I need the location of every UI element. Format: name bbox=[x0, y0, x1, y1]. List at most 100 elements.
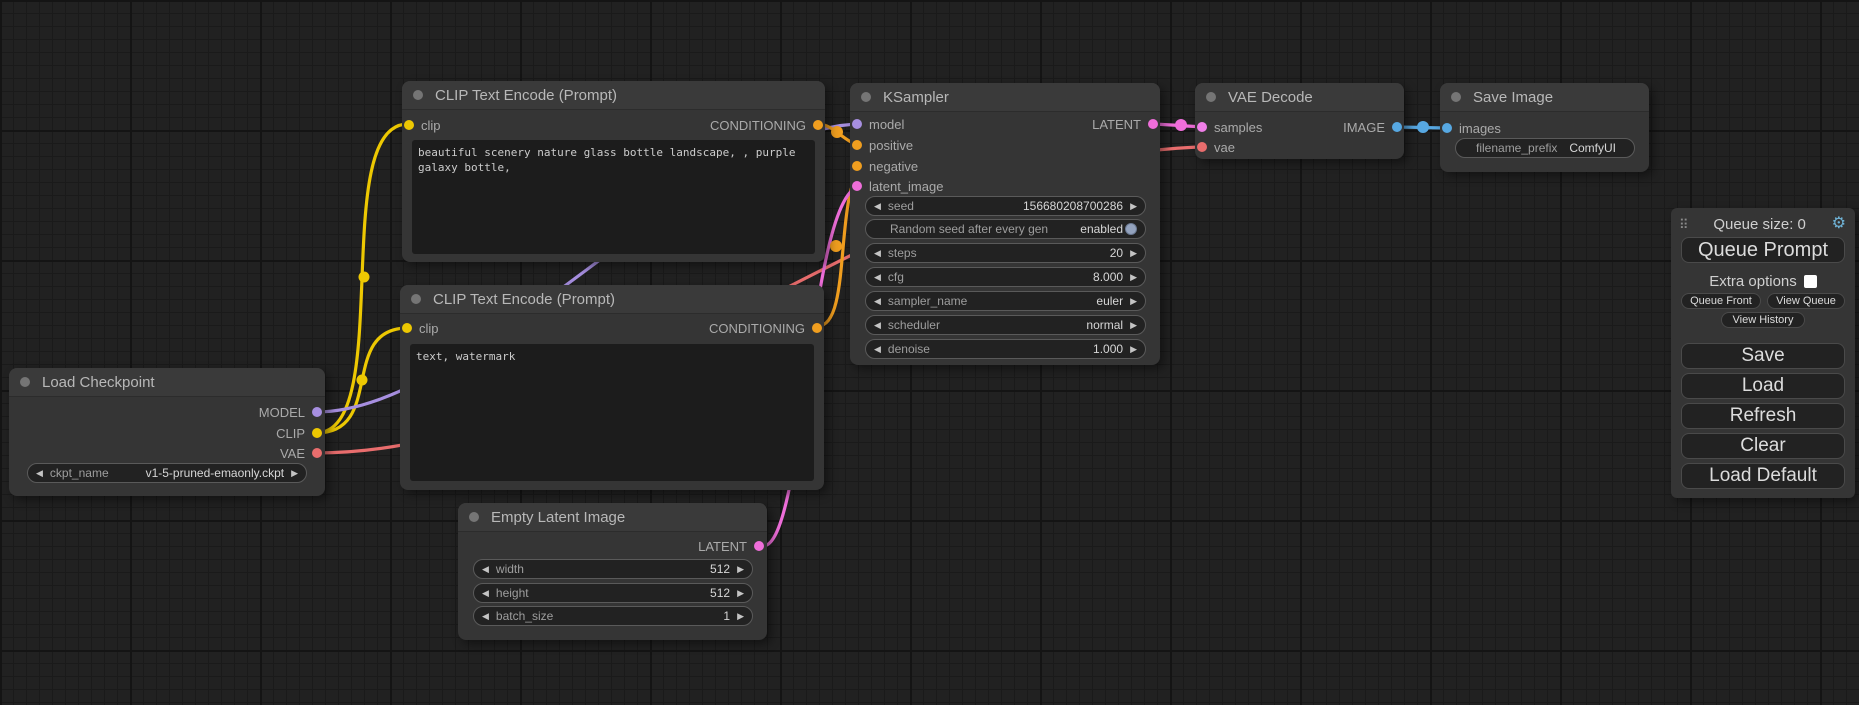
negative-input-dot[interactable] bbox=[852, 161, 862, 171]
input-slot-model[interactable]: model bbox=[852, 114, 911, 134]
extra-options-checkbox[interactable] bbox=[1804, 275, 1817, 288]
collapse-dot-icon[interactable] bbox=[469, 512, 479, 522]
filename-prefix-widget[interactable]: filename_prefix ComfyUI bbox=[1455, 138, 1635, 158]
input-slot-clip[interactable]: clip bbox=[404, 115, 448, 135]
seed-widget[interactable]: ◀ seed 156680208700286 ▶ bbox=[865, 196, 1146, 216]
wire-midpoint-dot[interactable] bbox=[830, 240, 842, 252]
left-arrow-icon[interactable]: ◀ bbox=[36, 469, 43, 478]
clip-output-dot[interactable] bbox=[312, 428, 322, 438]
node-titlebar[interactable]: KSampler bbox=[850, 83, 1160, 112]
drag-handle-icon[interactable]: ⠿ bbox=[1679, 218, 1688, 231]
input-slot-images[interactable]: images bbox=[1442, 118, 1508, 138]
collapse-dot-icon[interactable] bbox=[411, 294, 421, 304]
model-input-dot[interactable] bbox=[852, 119, 862, 129]
collapse-dot-icon[interactable] bbox=[1206, 92, 1216, 102]
clip-input-dot[interactable] bbox=[402, 323, 412, 333]
input-slot-latent-image[interactable]: latent_image bbox=[852, 176, 950, 196]
cfg-widget[interactable]: ◀ cfg 8.000 ▶ bbox=[865, 267, 1146, 287]
samples-input-dot[interactable] bbox=[1197, 122, 1207, 132]
refresh-button[interactable]: Refresh bbox=[1681, 403, 1845, 429]
output-slot-latent[interactable]: LATENT bbox=[1085, 114, 1158, 134]
right-arrow-icon[interactable]: ▶ bbox=[1130, 345, 1137, 354]
prompt-textarea[interactable]: text, watermark bbox=[410, 344, 814, 481]
view-history-button[interactable]: View History bbox=[1721, 312, 1805, 328]
images-input-dot[interactable] bbox=[1442, 123, 1452, 133]
wire-midpoint-dot[interactable] bbox=[357, 375, 368, 386]
input-slot-negative[interactable]: negative bbox=[852, 156, 925, 176]
prompt-textarea[interactable]: beautiful scenery nature glass bottle la… bbox=[412, 140, 815, 254]
right-arrow-icon[interactable]: ▶ bbox=[1130, 273, 1137, 282]
collapse-dot-icon[interactable] bbox=[1451, 92, 1461, 102]
ckpt-name-widget[interactable]: ◀ ckpt_name v1-5-pruned-emaonly.ckpt ▶ bbox=[27, 463, 307, 483]
node-titlebar[interactable]: VAE Decode bbox=[1195, 83, 1404, 112]
model-output-dot[interactable] bbox=[312, 407, 322, 417]
output-slot-latent[interactable]: LATENT bbox=[691, 536, 764, 556]
batch-size-widget[interactable]: ◀ batch_size 1 ▶ bbox=[473, 606, 753, 626]
steps-widget[interactable]: ◀ steps 20 ▶ bbox=[865, 243, 1146, 263]
width-widget[interactable]: ◀ width 512 ▶ bbox=[473, 559, 753, 579]
left-arrow-icon[interactable]: ◀ bbox=[874, 297, 881, 306]
collapse-dot-icon[interactable] bbox=[861, 92, 871, 102]
clear-button[interactable]: Clear bbox=[1681, 433, 1845, 459]
latent-image-input-dot[interactable] bbox=[852, 181, 862, 191]
right-arrow-icon[interactable]: ▶ bbox=[1130, 321, 1137, 330]
input-slot-clip[interactable]: clip bbox=[402, 318, 446, 338]
collapse-dot-icon[interactable] bbox=[20, 377, 30, 387]
left-arrow-icon[interactable]: ◀ bbox=[874, 345, 881, 354]
queue-prompt-button[interactable]: Queue Prompt bbox=[1681, 237, 1845, 263]
output-slot-conditioning[interactable]: CONDITIONING bbox=[703, 115, 823, 135]
left-arrow-icon[interactable]: ◀ bbox=[874, 321, 881, 330]
input-slot-vae[interactable]: vae bbox=[1197, 137, 1242, 157]
view-queue-button[interactable]: View Queue bbox=[1767, 293, 1845, 309]
random-seed-toggle-widget[interactable]: Random seed after every gen enabled bbox=[865, 219, 1146, 239]
node-vae-decode[interactable]: VAE Decode samples IMAGE vae bbox=[1195, 83, 1404, 159]
vae-input-dot[interactable] bbox=[1197, 142, 1207, 152]
conditioning-output-dot[interactable] bbox=[813, 120, 823, 130]
denoise-widget[interactable]: ◀ denoise 1.000 ▶ bbox=[865, 339, 1146, 359]
node-empty-latent-image[interactable]: Empty Latent Image LATENT ◀ width 512 ▶ … bbox=[458, 503, 767, 640]
sampler-name-widget[interactable]: ◀ sampler_name euler ▶ bbox=[865, 291, 1146, 311]
queue-front-button[interactable]: Queue Front bbox=[1681, 293, 1761, 309]
output-slot-vae[interactable]: VAE bbox=[273, 443, 322, 463]
node-ksampler[interactable]: KSampler model LATENT positive negative … bbox=[850, 83, 1160, 365]
left-arrow-icon[interactable]: ◀ bbox=[482, 612, 489, 621]
node-clip-text-encode-negative[interactable]: CLIP Text Encode (Prompt) clip CONDITION… bbox=[400, 285, 824, 490]
save-button[interactable]: Save bbox=[1681, 343, 1845, 369]
height-widget[interactable]: ◀ height 512 ▶ bbox=[473, 583, 753, 603]
output-slot-model[interactable]: MODEL bbox=[252, 402, 322, 422]
collapse-dot-icon[interactable] bbox=[413, 90, 423, 100]
input-slot-samples[interactable]: samples bbox=[1197, 117, 1269, 137]
node-save-image[interactable]: Save Image images filename_prefix ComfyU… bbox=[1440, 83, 1649, 172]
left-arrow-icon[interactable]: ◀ bbox=[874, 202, 881, 211]
latent-output-dot[interactable] bbox=[754, 541, 764, 551]
node-titlebar[interactable]: Empty Latent Image bbox=[458, 503, 767, 532]
wire-midpoint-dot[interactable] bbox=[1417, 121, 1429, 133]
toggle-enabled-icon[interactable] bbox=[1125, 223, 1137, 235]
load-default-button[interactable]: Load Default bbox=[1681, 463, 1845, 489]
positive-input-dot[interactable] bbox=[852, 140, 862, 150]
left-arrow-icon[interactable]: ◀ bbox=[482, 565, 489, 574]
wire-midpoint-dot[interactable] bbox=[1175, 119, 1187, 131]
right-arrow-icon[interactable]: ▶ bbox=[291, 469, 298, 478]
scheduler-widget[interactable]: ◀ scheduler normal ▶ bbox=[865, 315, 1146, 335]
node-titlebar[interactable]: CLIP Text Encode (Prompt) bbox=[400, 285, 824, 314]
node-titlebar[interactable]: CLIP Text Encode (Prompt) bbox=[402, 81, 825, 110]
input-slot-positive[interactable]: positive bbox=[852, 135, 920, 155]
wire-midpoint-dot[interactable] bbox=[359, 272, 370, 283]
right-arrow-icon[interactable]: ▶ bbox=[1130, 297, 1137, 306]
right-arrow-icon[interactable]: ▶ bbox=[737, 612, 744, 621]
left-arrow-icon[interactable]: ◀ bbox=[874, 273, 881, 282]
right-arrow-icon[interactable]: ▶ bbox=[1130, 202, 1137, 211]
node-titlebar[interactable]: Load Checkpoint bbox=[9, 368, 325, 397]
node-titlebar[interactable]: Save Image bbox=[1440, 83, 1649, 112]
image-output-dot[interactable] bbox=[1392, 122, 1402, 132]
clip-input-dot[interactable] bbox=[404, 120, 414, 130]
right-arrow-icon[interactable]: ▶ bbox=[1130, 249, 1137, 258]
output-slot-clip[interactable]: CLIP bbox=[269, 423, 322, 443]
right-arrow-icon[interactable]: ▶ bbox=[737, 589, 744, 598]
output-slot-image[interactable]: IMAGE bbox=[1336, 117, 1402, 137]
vae-output-dot[interactable] bbox=[312, 448, 322, 458]
wire-midpoint-dot[interactable] bbox=[831, 126, 843, 138]
node-clip-text-encode-positive[interactable]: CLIP Text Encode (Prompt) clip CONDITION… bbox=[402, 81, 825, 262]
right-arrow-icon[interactable]: ▶ bbox=[737, 565, 744, 574]
